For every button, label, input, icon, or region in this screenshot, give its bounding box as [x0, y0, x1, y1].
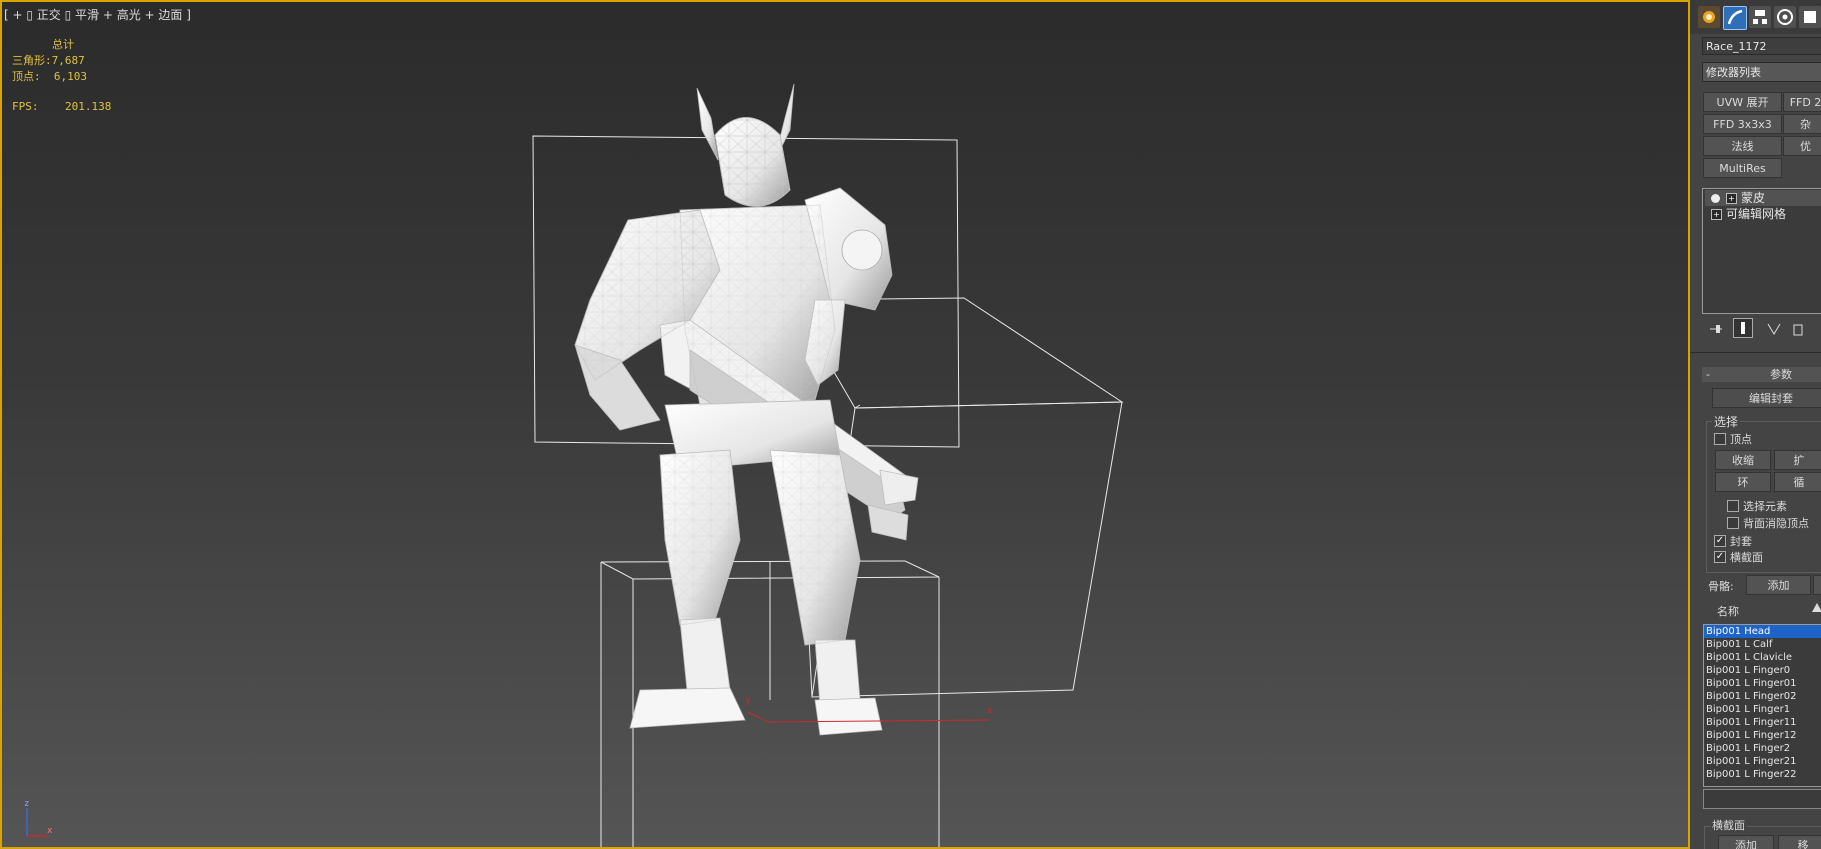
- perspective-viewport[interactable]: [ + ▯ 正交 ▯ 平滑 + 高光 + 边面 ] 总计 三角形:7,687 顶…: [0, 0, 1690, 849]
- envelopes-label: 封套: [1730, 535, 1752, 548]
- create-icon[interactable]: [1698, 6, 1720, 28]
- bone-list-item[interactable]: Bip001 L Finger2: [1704, 742, 1821, 755]
- character-model[interactable]: [574, 83, 919, 736]
- vertices-checkbox[interactable]: [1714, 433, 1726, 445]
- modifier-stack[interactable]: + 蒙皮 + 可编辑网格: [1702, 188, 1821, 314]
- expand-icon[interactable]: +: [1726, 193, 1737, 204]
- bone-list-item[interactable]: Bip001 L Finger0: [1704, 664, 1821, 677]
- bone-list-item[interactable]: Bip001 L Calf: [1704, 638, 1821, 651]
- stack-item-editable-mesh[interactable]: + 可编辑网格: [1705, 206, 1786, 222]
- lightbulb-icon[interactable]: [1711, 194, 1720, 203]
- ring-button[interactable]: 环: [1715, 472, 1771, 492]
- gizmo-x-label: x: [987, 706, 993, 716]
- shrink-button[interactable]: 收缩: [1715, 450, 1771, 470]
- axis-x-label: x: [47, 826, 53, 836]
- bone-list-item[interactable]: Bip001 L Finger12: [1704, 729, 1821, 742]
- modifier-button-ffd3x3x3[interactable]: FFD 3x3x3: [1703, 114, 1782, 134]
- stack-item-editable-mesh-label: 可编辑网格: [1726, 207, 1787, 221]
- bone-list-item[interactable]: Bip001 L Clavicle: [1704, 651, 1821, 664]
- bone-list-item[interactable]: Bip001 L Finger01: [1704, 677, 1821, 690]
- axis-tripod-icon: z x: [24, 799, 53, 837]
- modifier-button-optimize[interactable]: 优: [1783, 136, 1821, 156]
- cross-sections-label: 横截面: [1730, 551, 1763, 564]
- show-end-result-icon[interactable]: [1733, 318, 1753, 338]
- sort-ascending-icon[interactable]: [1812, 603, 1821, 612]
- motion-icon[interactable]: [1774, 6, 1796, 28]
- command-panel: Race_1172 修改器列表 UVW 展开 FFD 2 FFD 3x3x3 杂…: [1690, 0, 1821, 849]
- modifier-button-normal[interactable]: 法线: [1703, 136, 1782, 156]
- select-element-checkbox[interactable]: [1727, 500, 1739, 512]
- expand-icon[interactable]: +: [1711, 209, 1722, 220]
- rollout-title: 参数: [1770, 368, 1792, 381]
- loop-button[interactable]: 循: [1774, 472, 1821, 492]
- stack-item-skin[interactable]: + 蒙皮: [1705, 190, 1821, 206]
- scene-canvas[interactable]: y x z x: [0, 0, 1690, 849]
- bone-filter-field[interactable]: [1703, 789, 1821, 809]
- bone-list[interactable]: Bip001 Head Bip001 L Calf Bip001 L Clavi…: [1703, 624, 1821, 787]
- bone-list-item[interactable]: Bip001 L Finger22: [1704, 768, 1821, 781]
- modifier-button-uvw-unwrap[interactable]: UVW 展开: [1703, 92, 1782, 112]
- gizmo-y-label: y: [745, 696, 751, 706]
- bones-label: 骨骼:: [1708, 580, 1734, 593]
- edit-envelopes-button[interactable]: 编辑封套: [1712, 388, 1821, 408]
- modifier-list-dropdown[interactable]: 修改器列表: [1702, 62, 1821, 82]
- modifier-button-multires[interactable]: MultiRes: [1703, 158, 1782, 178]
- axis-z-label: z: [24, 799, 29, 809]
- backface-cull-label: 背面消隐顶点: [1743, 517, 1809, 530]
- modifier-button-ffd2[interactable]: FFD 2: [1783, 92, 1821, 112]
- add-bone-button[interactable]: 添加: [1746, 575, 1811, 595]
- bone-list-item[interactable]: Bip001 L Finger11: [1704, 716, 1821, 729]
- bone-list-item[interactable]: Bip001 L Finger21: [1704, 755, 1821, 768]
- make-unique-icon[interactable]: [1766, 321, 1782, 335]
- remove-bone-button[interactable]: [1813, 575, 1821, 595]
- bone-name-header[interactable]: 名称: [1717, 603, 1739, 619]
- bone-list-item[interactable]: Bip001 L Finger1: [1704, 703, 1821, 716]
- select-element-label: 选择元素: [1743, 500, 1787, 513]
- modify-icon[interactable]: [1723, 6, 1747, 30]
- cross-sections-checkbox[interactable]: ✓: [1714, 551, 1726, 563]
- pin-stack-icon[interactable]: [1708, 321, 1724, 335]
- gizmo-y-axis[interactable]: [747, 711, 769, 723]
- grow-button[interactable]: 扩: [1774, 450, 1821, 470]
- bone-list-item[interactable]: Bip001 L Finger02: [1704, 690, 1821, 703]
- envelopes-checkbox[interactable]: ✓: [1714, 535, 1726, 547]
- object-name-field[interactable]: Race_1172: [1702, 37, 1821, 55]
- cross-section-remove-button[interactable]: 移: [1778, 835, 1821, 849]
- hierarchy-icon[interactable]: [1749, 6, 1771, 28]
- command-panel-tabs: [1690, 0, 1821, 34]
- modifier-button-misc[interactable]: 杂: [1783, 114, 1821, 134]
- select-group-label: 选择: [1712, 413, 1741, 430]
- panel-divider: [1690, 352, 1821, 353]
- vertices-label: 顶点: [1730, 433, 1752, 446]
- remove-modifier-icon[interactable]: [1790, 321, 1806, 336]
- parameters-rollout-header[interactable]: - 参数: [1702, 367, 1821, 382]
- bone-list-item[interactable]: Bip001 Head: [1704, 625, 1821, 638]
- backface-cull-checkbox[interactable]: [1727, 517, 1739, 529]
- stack-item-skin-label: 蒙皮: [1741, 191, 1766, 205]
- cross-section-add-button[interactable]: 添加: [1718, 835, 1774, 849]
- cross-section-group-label: 横截面: [1710, 817, 1747, 833]
- rollout-collapse-icon[interactable]: -: [1706, 367, 1710, 382]
- display-icon[interactable]: [1799, 6, 1821, 28]
